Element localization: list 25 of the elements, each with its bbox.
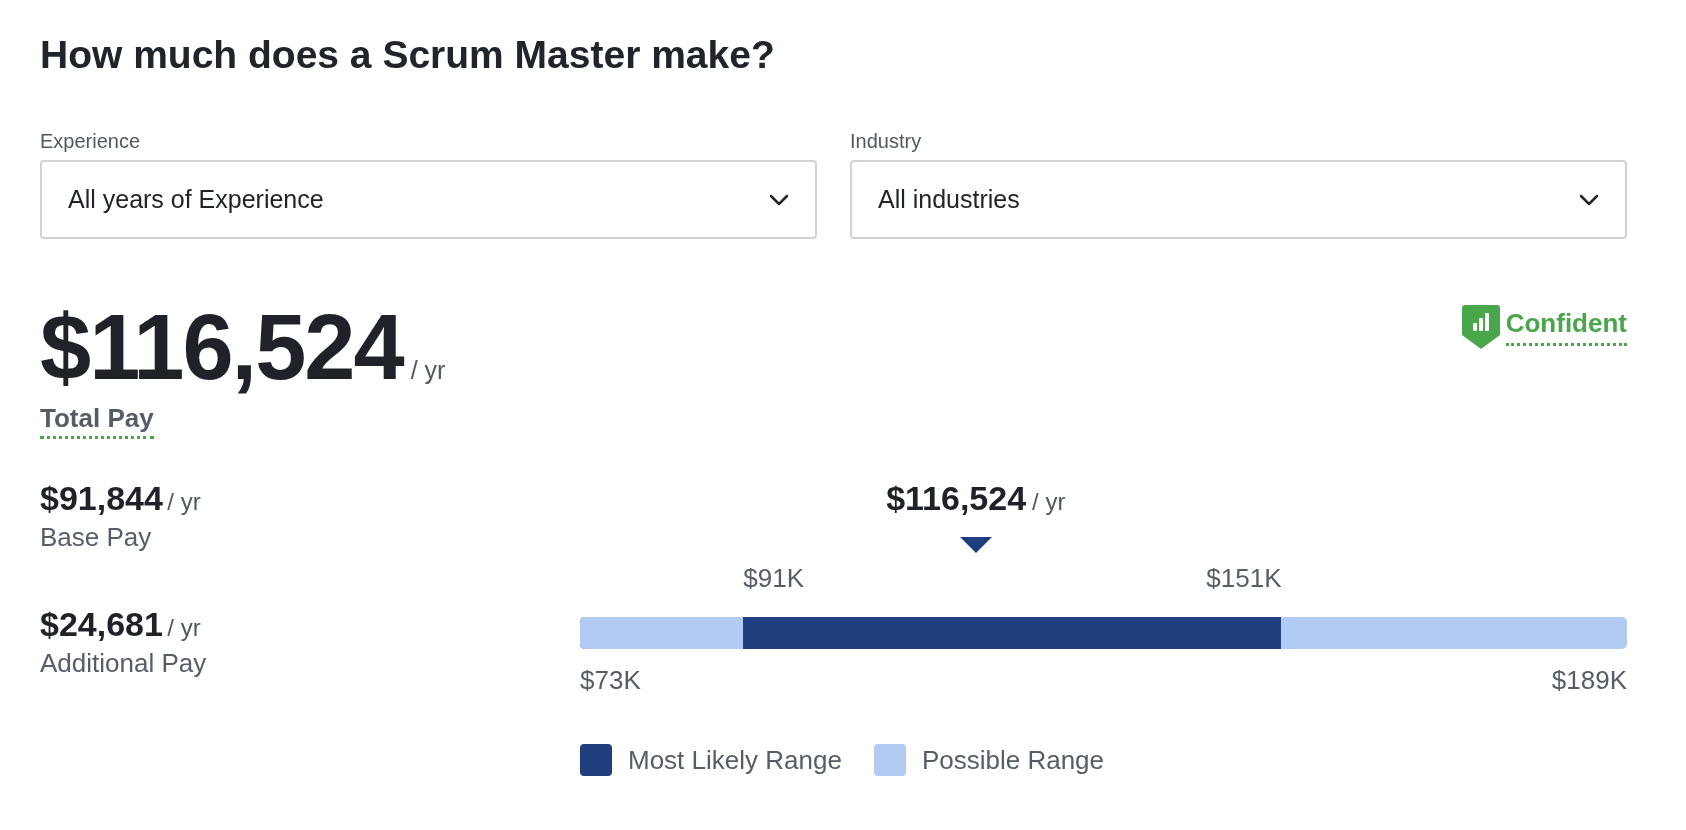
- unit-label: / yr: [167, 488, 201, 515]
- range-label: $73K: [580, 665, 641, 696]
- pay-amount: $91,844: [40, 479, 163, 517]
- page-title: How much does a Scrum Master make?: [40, 32, 776, 78]
- legend-label: Possible Range: [921, 744, 1104, 776]
- unit-label: / yr: [410, 356, 446, 386]
- total-pay-label[interactable]: Total Pay: [40, 403, 154, 439]
- filter-label: Industry: [850, 130, 923, 154]
- legend-label: Most Likely Range: [628, 744, 842, 776]
- total-pay-amount: $116,524: [40, 297, 403, 397]
- filter-label: Experience: [40, 130, 142, 154]
- range-label: $189K: [1551, 665, 1627, 696]
- median-pay-amount: $116,524: [886, 479, 1027, 518]
- pay-label: Additional Pay: [40, 648, 208, 679]
- pay-label: Base Pay: [40, 522, 153, 553]
- unit-label: / yr: [167, 614, 201, 641]
- dropdown[interactable]: All industries: [850, 160, 1627, 239]
- pay-amount: $24,681: [40, 605, 163, 643]
- range-label: $151K: [1206, 563, 1282, 594]
- chevron-icon: [1579, 193, 1599, 206]
- range-label: $91K: [743, 563, 805, 594]
- chevron-icon: [769, 193, 789, 206]
- dropdown[interactable]: All years of Experience: [40, 160, 817, 239]
- shield-chart-icon: [1461, 305, 1500, 349]
- unit-label: / yr: [1032, 488, 1066, 516]
